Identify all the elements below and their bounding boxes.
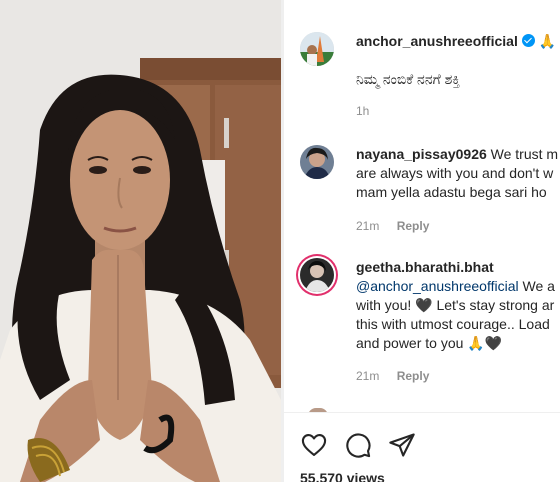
comment-bubble-icon[interactable] bbox=[344, 431, 372, 459]
mention-link[interactable]: @anchor_anushreeofficial bbox=[356, 278, 519, 294]
comment-text-line: with you! 🖤 Let's stay strong ar bbox=[356, 297, 555, 313]
author-avatar[interactable] bbox=[300, 32, 334, 66]
comments-panel[interactable]: anchor_anushreeofficial 🙏 ನಿಮ್ಮ ನಂಬಿಕೆ ನ… bbox=[284, 0, 560, 482]
comment-text-line: are always with you and don't w bbox=[356, 165, 554, 181]
caption-text: ನಿಮ್ಮ ನಂಬಿಕೆ ನನಗೆ ಶಕ್ತಿ bbox=[356, 71, 461, 87]
comment-username[interactable]: geetha.bharathi.bhat bbox=[356, 259, 494, 275]
reply-button[interactable]: Reply bbox=[397, 219, 430, 233]
comment-username[interactable]: nayana_pissay0926 bbox=[356, 146, 487, 162]
author-emoji: 🙏 bbox=[538, 33, 557, 49]
author-username[interactable]: anchor_anushreeofficial bbox=[356, 33, 518, 49]
comment-text-line: this with utmost courage.. Load bbox=[356, 316, 550, 332]
share-send-icon[interactable] bbox=[388, 431, 416, 459]
comment-text-line: and power to you 🙏🖤 bbox=[356, 335, 503, 351]
comment-time: 21m bbox=[356, 219, 380, 233]
comment-text-line: We trust m bbox=[490, 146, 559, 162]
view-count[interactable]: 55,570 views bbox=[300, 470, 385, 482]
commenter-avatar[interactable] bbox=[300, 258, 334, 292]
comment-time: 21m bbox=[356, 369, 380, 383]
verified-badge-icon bbox=[521, 34, 535, 47]
comment-text-line: We a bbox=[522, 278, 555, 294]
caption-time: 1h bbox=[356, 104, 370, 118]
action-bar: 55,570 views bbox=[284, 412, 560, 482]
reply-button[interactable]: Reply bbox=[397, 369, 430, 383]
post-video[interactable] bbox=[0, 0, 281, 482]
comment-text-line: mam yella adastu bega sari ho bbox=[356, 184, 547, 200]
video-frame-image bbox=[0, 0, 281, 482]
like-heart-icon[interactable] bbox=[300, 431, 328, 459]
commenter-avatar[interactable] bbox=[300, 145, 334, 179]
